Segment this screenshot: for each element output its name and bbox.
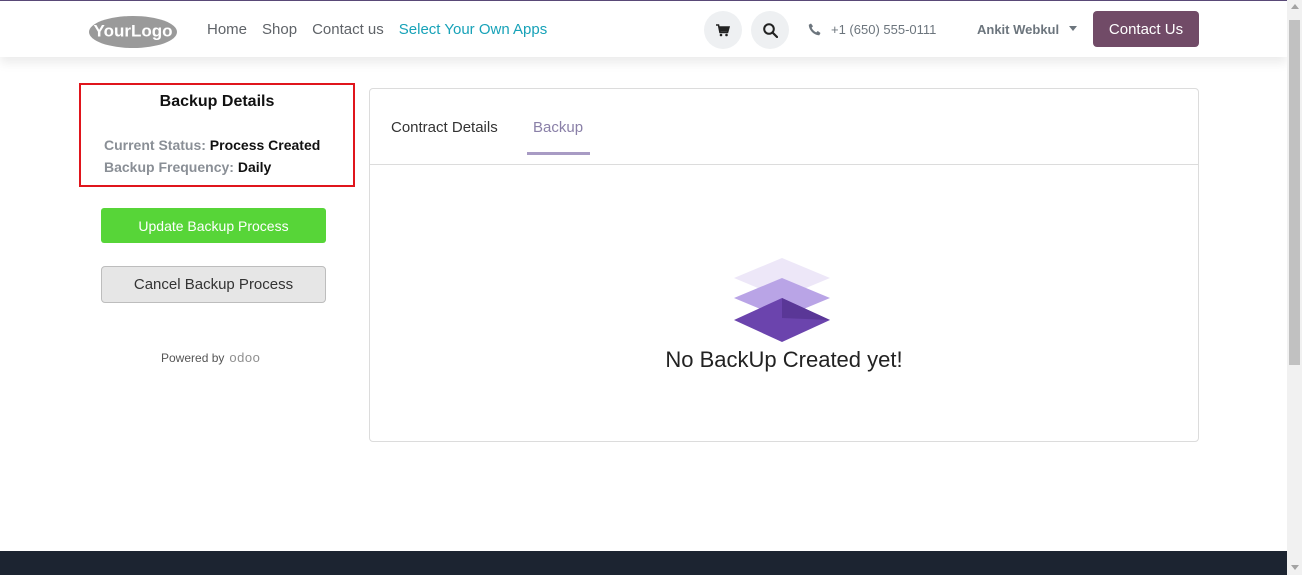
backup-frequency-label: Backup Frequency: (104, 159, 234, 175)
backup-frequency-value: Daily (237, 159, 272, 175)
backup-details-title: Backup Details (159, 93, 275, 110)
powered-by-label: Powered by (161, 350, 225, 365)
cart-icon (716, 23, 730, 36)
nav-select-apps[interactable]: Select Your Own Apps (399, 21, 547, 38)
user-menu[interactable]: Ankit Webkul (977, 1, 1078, 57)
current-status-label: Current Status: (104, 137, 206, 153)
svg-text:YourLogo: YourLogo (94, 22, 173, 41)
scrollbar-thumb[interactable] (1289, 20, 1300, 365)
navbar: YourLogo Home Shop Contact us Select You… (0, 1, 1287, 57)
nav-home[interactable]: Home (207, 21, 247, 38)
current-status-row: Current Status: Process Created (104, 137, 320, 153)
main-nav: Home Shop Contact us Select Your Own App… (207, 1, 547, 57)
search-icon (762, 22, 778, 38)
tab-contract-details[interactable]: Contract Details (391, 119, 498, 136)
phone-number: +1 (650) 555-0111 (831, 21, 937, 37)
logo[interactable]: YourLogo (88, 15, 178, 49)
footer (0, 551, 1287, 575)
contact-us-button[interactable]: Contact Us (1093, 11, 1199, 47)
powered-by: Powered by odoo (161, 350, 260, 365)
scroll-up-icon[interactable] (1291, 4, 1299, 9)
nav-shop[interactable]: Shop (262, 21, 297, 38)
chevron-down-icon (1069, 25, 1078, 31)
empty-state-message: No BackUp Created yet! (665, 347, 903, 372)
scroll-down-icon[interactable] (1291, 565, 1299, 570)
update-backup-button[interactable]: Update Backup Process (101, 208, 326, 243)
tab-bar: Contract Details Backup (370, 89, 1198, 165)
odoo-logo[interactable]: odoo (229, 350, 260, 365)
phone-icon (808, 23, 821, 35)
layers-icon (734, 258, 830, 342)
search-button[interactable] (751, 11, 789, 49)
page: YourLogo Home Shop Contact us Select You… (0, 0, 1302, 575)
cancel-backup-button[interactable]: Cancel Backup Process (101, 266, 326, 303)
subscription-card: Contract Details Backup No BackUp Create… (369, 88, 1199, 442)
user-name: Ankit Webkul (977, 21, 1060, 37)
nav-contact-us[interactable]: Contact us (312, 21, 384, 38)
current-status-value: Process Created (209, 137, 321, 153)
backup-details-panel: Backup Details Current Status: Process C… (79, 83, 355, 187)
phone-contact[interactable]: +1 (650) 555-0111 (808, 1, 936, 57)
backup-frequency-row: Backup Frequency: Daily (104, 159, 271, 175)
active-tab-indicator (527, 152, 590, 155)
tab-backup[interactable]: Backup (533, 119, 583, 136)
cart-button[interactable] (704, 11, 742, 49)
